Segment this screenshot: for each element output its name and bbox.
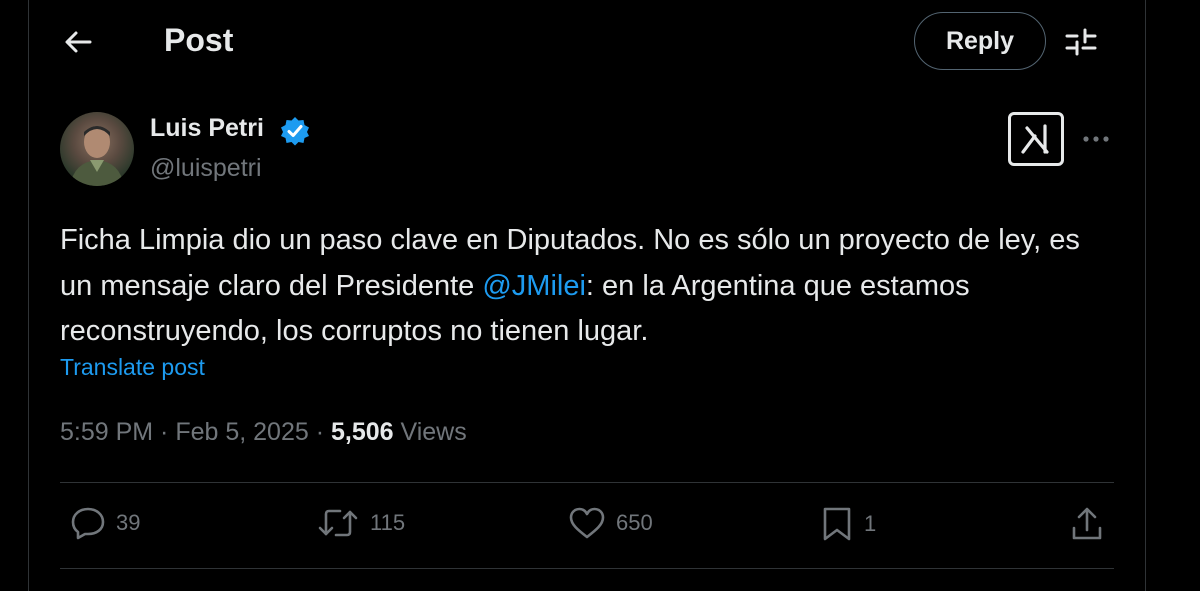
post-text: Ficha Limpia dio un paso clave en Diputa… xyxy=(60,218,1110,355)
like-count: 650 xyxy=(616,510,653,535)
views-count: 5,506 xyxy=(330,418,394,446)
arrow-left-icon xyxy=(65,31,92,53)
reply-action[interactable]: 39 xyxy=(70,506,140,540)
reply-count: 39 xyxy=(116,510,141,535)
post-meta: 5:59 PM · Feb 5, 2025 · 5,506 Views xyxy=(60,418,467,447)
meta-separator: · xyxy=(153,418,176,446)
grok-button[interactable] xyxy=(1008,112,1064,166)
divider xyxy=(60,568,1114,569)
mention-link[interactable]: @JMilei xyxy=(482,270,586,302)
more-horizontal-icon xyxy=(1083,136,1109,142)
meta-separator: · xyxy=(308,418,331,446)
author-name[interactable]: Luis Petri xyxy=(150,114,264,143)
bookmark-action[interactable]: 1 xyxy=(820,506,876,542)
sliders-icon xyxy=(1065,28,1097,56)
post-date[interactable]: Feb 5, 2025 xyxy=(175,418,308,446)
verified-badge-icon xyxy=(280,116,310,146)
reply-icon xyxy=(71,507,105,540)
bookmark-count: 1 xyxy=(864,511,877,536)
share-action[interactable] xyxy=(1070,506,1104,542)
grok-icon xyxy=(1021,124,1049,154)
more-button[interactable] xyxy=(1076,124,1116,154)
translate-link[interactable]: Translate post xyxy=(60,354,205,381)
back-button[interactable] xyxy=(56,20,100,64)
avatar-photo xyxy=(70,126,124,186)
bookmark-icon xyxy=(823,507,851,541)
like-action[interactable]: 650 xyxy=(568,506,653,540)
views-label: Views xyxy=(400,418,467,446)
post-time[interactable]: 5:59 PM xyxy=(60,418,153,446)
settings-button[interactable] xyxy=(1060,22,1102,62)
repost-count: 115 xyxy=(370,510,406,535)
repost-icon xyxy=(318,509,358,537)
author-handle[interactable]: @luispetri xyxy=(150,154,262,183)
page-title: Post xyxy=(164,22,234,58)
avatar[interactable] xyxy=(60,112,134,186)
reply-button[interactable]: Reply xyxy=(914,12,1046,70)
divider xyxy=(60,482,1114,483)
repost-action[interactable]: 115 xyxy=(316,506,405,540)
heart-icon xyxy=(569,507,605,539)
share-icon xyxy=(1072,507,1102,540)
